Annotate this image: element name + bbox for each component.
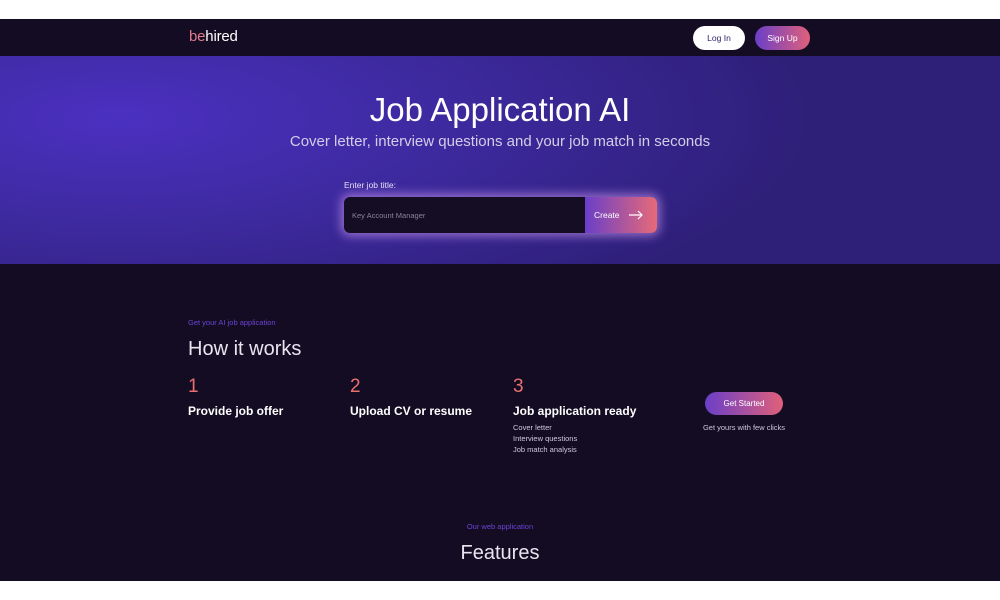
logo[interactable]: behired bbox=[189, 28, 238, 45]
step-1: 1 Provide job offer bbox=[188, 376, 283, 418]
job-title-form: Create bbox=[344, 197, 657, 233]
how-it-works-title: How it works bbox=[188, 338, 302, 360]
list-item: Interview questions bbox=[513, 434, 578, 443]
hero-title: Job Application AI bbox=[369, 91, 631, 128]
step-number: 2 bbox=[350, 376, 361, 397]
page: behired Log In Sign Up Job Application A… bbox=[0, 19, 1000, 581]
step-3: 3 Job application ready Cover letter Int… bbox=[513, 376, 636, 455]
how-it-works-eyebrow: Get your AI job application bbox=[188, 318, 276, 327]
job-title-label: Enter job title: bbox=[344, 180, 396, 190]
top-nav: behired Log In Sign Up bbox=[0, 19, 1000, 56]
list-item: Cover letter bbox=[513, 423, 552, 432]
logo-be: be bbox=[189, 28, 206, 45]
features-title: Features bbox=[460, 542, 540, 564]
step-2: 2 Upload CV or resume bbox=[350, 376, 472, 418]
hero-section: Job Application AI Cover letter, intervi… bbox=[0, 56, 1000, 264]
get-started-caption: Get yours with few clicks bbox=[702, 423, 786, 432]
features-eyebrow: Our web application bbox=[466, 522, 534, 531]
list-item: Job match analysis bbox=[513, 445, 577, 454]
step-title: Upload CV or resume bbox=[350, 404, 473, 418]
logo-hired: hired bbox=[205, 28, 238, 45]
step-number: 3 bbox=[513, 376, 524, 397]
create-button-label: Create bbox=[594, 210, 620, 220]
job-title-input[interactable] bbox=[352, 197, 582, 233]
hero-subtitle: Cover letter, interview questions and yo… bbox=[289, 133, 711, 150]
create-button[interactable]: Create bbox=[585, 197, 657, 233]
signup-button[interactable]: Sign Up bbox=[755, 26, 810, 50]
step-title: Job application ready bbox=[513, 404, 637, 418]
step-title: Provide job offer bbox=[188, 404, 284, 418]
step-number: 1 bbox=[188, 376, 199, 397]
get-started-button[interactable]: Get Started bbox=[705, 392, 783, 415]
arrow-right-icon bbox=[628, 210, 643, 220]
login-button[interactable]: Log In bbox=[693, 26, 745, 50]
step-deliverables-list: Cover letter Interview questions Job mat… bbox=[513, 422, 636, 455]
